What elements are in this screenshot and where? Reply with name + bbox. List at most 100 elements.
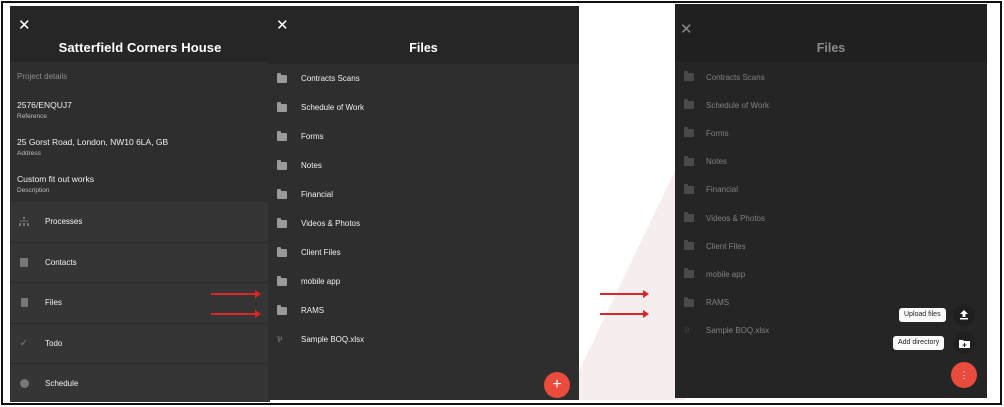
close-icon[interactable]: ✕ bbox=[18, 18, 31, 33]
item-label: Client Files bbox=[706, 241, 746, 251]
item-label: Client Files bbox=[301, 248, 341, 257]
item-label: Schedule of Work bbox=[301, 103, 364, 112]
folder-icon bbox=[277, 304, 287, 315]
list-item[interactable]: Forms bbox=[675, 119, 987, 147]
item-label: Sample BOQ.xlsx bbox=[706, 326, 770, 336]
upload-files-button[interactable] bbox=[953, 304, 975, 326]
menu-item-todo[interactable]: ✓ Todo bbox=[10, 323, 270, 364]
list-item[interactable]: Schedule of Work bbox=[675, 91, 987, 119]
add-fab-button[interactable]: + bbox=[544, 372, 570, 398]
project-menu: Processes Contacts Files ✓ Todo Schedule bbox=[10, 202, 270, 402]
sitemap-icon bbox=[19, 217, 29, 227]
folder-icon bbox=[684, 155, 694, 166]
menu-item-label: Todo bbox=[45, 338, 63, 348]
item-label: RAMS bbox=[301, 306, 325, 315]
list-item[interactable]: Forms bbox=[268, 122, 579, 151]
menu-item-label: Files bbox=[45, 298, 62, 308]
list-item[interactable]: Client Files bbox=[675, 232, 987, 260]
list-item[interactable]: Contracts Scans bbox=[268, 64, 579, 93]
detail-key: Reference bbox=[17, 113, 47, 120]
item-label: RAMS bbox=[706, 298, 730, 308]
list-item[interactable]: Client Files bbox=[268, 238, 579, 267]
item-label: Forms bbox=[706, 128, 729, 138]
folder-icon bbox=[684, 99, 694, 110]
files-header: ✕ Files bbox=[675, 4, 987, 62]
file-list: Contracts Scans Schedule of Work Forms N… bbox=[675, 63, 987, 345]
page-title: Files bbox=[409, 41, 438, 55]
add-folder-icon bbox=[958, 339, 970, 348]
item-label: Notes bbox=[706, 157, 727, 167]
folder-icon bbox=[684, 240, 694, 251]
project-header: ✕ Satterfield Corners House bbox=[10, 6, 270, 62]
folder-icon bbox=[277, 246, 287, 257]
list-item[interactable]: Financial bbox=[268, 180, 579, 209]
check-icon: ✓ bbox=[19, 337, 29, 349]
list-item[interactable]: RAMS bbox=[268, 296, 579, 325]
clock-icon bbox=[19, 379, 29, 389]
files-header: ✕ Files bbox=[268, 6, 579, 64]
file-list: Contracts Scans Schedule of Work Forms N… bbox=[268, 64, 579, 354]
folder-icon bbox=[277, 159, 287, 170]
annotation-arrow bbox=[600, 290, 649, 298]
folder-icon bbox=[277, 275, 287, 286]
folder-icon bbox=[684, 127, 694, 138]
close-icon[interactable]: ✕ bbox=[276, 18, 289, 33]
menu-item-files[interactable]: Files bbox=[10, 283, 270, 324]
folder-icon bbox=[684, 183, 694, 194]
detail-reference: 2576/ENQUJ7 Reference bbox=[17, 100, 72, 120]
item-label: Financial bbox=[301, 190, 334, 199]
item-label: Videos & Photos bbox=[301, 219, 361, 228]
menu-item-contacts[interactable]: Contacts bbox=[10, 242, 270, 283]
menu-item-label: Contacts bbox=[45, 257, 77, 267]
item-label: Notes bbox=[301, 161, 322, 170]
detail-description: Custom fit out works Description bbox=[17, 174, 94, 194]
folder-icon bbox=[684, 212, 694, 223]
list-item[interactable]: Contracts Scans bbox=[675, 63, 987, 91]
add-directory-button[interactable] bbox=[953, 332, 975, 354]
item-label: mobile app bbox=[301, 277, 341, 286]
file-icon bbox=[19, 298, 29, 308]
list-item[interactable]: Schedule of Work bbox=[268, 93, 579, 122]
folder-icon bbox=[277, 188, 287, 199]
detail-key: Description bbox=[17, 187, 50, 194]
folder-icon bbox=[277, 130, 287, 141]
spreadsheet-icon: ⅌ bbox=[684, 326, 690, 336]
project-panel: ✕ Satterfield Corners House Project deta… bbox=[10, 6, 270, 402]
item-label: mobile app bbox=[706, 269, 746, 279]
page-title: Satterfield Corners House bbox=[58, 40, 222, 55]
list-item[interactable]: Videos & Photos bbox=[675, 204, 987, 232]
list-item[interactable]: Notes bbox=[675, 148, 987, 176]
list-item[interactable]: Financial bbox=[675, 176, 987, 204]
menu-item-label: Schedule bbox=[45, 379, 79, 389]
annotation-arrow bbox=[211, 290, 261, 298]
detail-value: Custom fit out works bbox=[17, 174, 94, 184]
add-directory-tooltip: Add directory bbox=[893, 336, 945, 350]
page-title: Files bbox=[816, 41, 846, 55]
list-item[interactable]: ⅌ Sample BOQ.xlsx bbox=[268, 325, 579, 354]
list-item[interactable]: Videos & Photos bbox=[268, 209, 579, 238]
item-label: Sample BOQ.xlsx bbox=[301, 335, 365, 344]
item-label: Forms bbox=[301, 132, 324, 141]
folder-icon bbox=[277, 217, 287, 228]
list-item[interactable]: mobile app bbox=[675, 260, 987, 288]
upload-icon bbox=[960, 310, 968, 320]
close-icon[interactable]: ✕ bbox=[680, 22, 693, 37]
detail-value: 25 Gorst Road, London, NW10 6LA, GB bbox=[17, 137, 169, 147]
detail-address: 25 Gorst Road, London, NW10 6LA, GB Addr… bbox=[17, 137, 168, 157]
menu-item-processes[interactable]: Processes bbox=[10, 202, 270, 243]
item-label: Contracts Scans bbox=[706, 72, 765, 82]
menu-item-label: Processes bbox=[45, 217, 83, 227]
menu-item-schedule[interactable]: Schedule bbox=[10, 364, 270, 402]
item-label: Videos & Photos bbox=[706, 213, 766, 223]
section-label: Project details bbox=[17, 72, 68, 81]
detail-value: 2576/ENQUJ7 bbox=[17, 100, 72, 110]
folder-icon bbox=[277, 72, 287, 83]
contacts-icon bbox=[19, 257, 29, 267]
menu-fab-button[interactable]: ⋮ bbox=[951, 362, 977, 388]
folder-icon bbox=[684, 296, 694, 307]
annotation-arrow bbox=[600, 310, 649, 318]
files-panel-menu-open: ✕ Files Contracts Scans Schedule of Work… bbox=[675, 4, 987, 398]
list-item[interactable]: Notes bbox=[268, 151, 579, 180]
list-item[interactable]: mobile app bbox=[268, 267, 579, 296]
upload-files-tooltip: Upload files bbox=[899, 308, 946, 322]
